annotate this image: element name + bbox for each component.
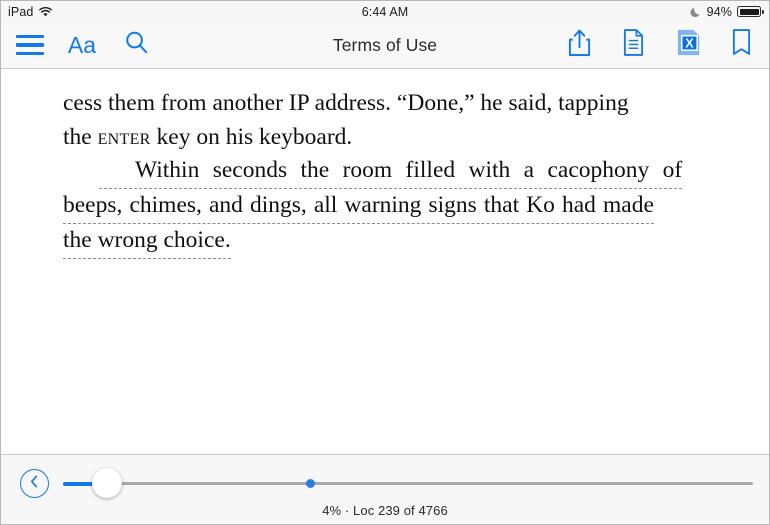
ipad-ebook-reader: iPad 6:44 AM 94% Aa Terms of Use X cess … [0,0,770,525]
svg-text:X: X [685,36,694,50]
bookmark-icon [731,28,752,62]
moon-icon [690,6,702,18]
text-line-1-content: cess them from another IP address. “Done… [63,90,629,116]
reading-progress-label: 4% · Loc 239 of 4766 [322,503,448,518]
note-line-3-content: the wrong choice. [63,225,231,259]
bookmark-button[interactable] [719,22,763,68]
reading-position-slider[interactable] [63,468,753,498]
slider-thumb[interactable] [92,468,122,498]
reader-bottom-bar: 4% · Loc 239 of 4766 [1,454,769,524]
ios-status-bar: iPad 6:44 AM 94% [1,1,769,22]
back-navigation-button[interactable] [20,469,49,498]
note-line-2-content: beeps, chimes, and dings, all warning si… [63,190,654,224]
slider-bookmark-marker[interactable] [306,478,315,488]
note-line-1[interactable]: Within seconds the room filled with a ca… [63,154,707,189]
text-line-2-after: key on his keyboard. [150,123,353,150]
ebook-page[interactable]: cess them from another IP address. “Done… [1,69,769,455]
note-line-3[interactable]: the wrong choice. [63,224,707,259]
chevron-left-circle-icon [28,474,41,494]
text-line-2: the enter key on his keyboard. [63,121,707,155]
battery-percent-label: 94% [706,4,732,19]
slider-track[interactable] [63,482,753,485]
text-line-1: cess them from another IP address. “Done… [63,87,707,121]
note-line-2[interactable]: beeps, chimes, and dings, all warning si… [63,189,707,224]
status-bar-clock: 6:44 AM [361,4,409,19]
share-button[interactable] [557,22,601,68]
book-text-body: cess them from another IP address. “Done… [63,87,707,259]
x-ray-button[interactable]: X [665,22,711,68]
paragraph-continuation: cess them from another IP address. “Done… [63,87,707,154]
status-bar-right: 94% [690,4,764,19]
x-ray-icon: X [674,27,703,63]
reader-toolbar: Aa Terms of Use X [1,22,769,69]
note-line-1-content: Within seconds the room filled with a ca… [99,155,683,189]
share-icon [567,28,592,62]
annotated-paragraph[interactable]: Within seconds the room filled with a ca… [63,154,707,259]
text-line-2-before: the [63,123,98,150]
notebook-icon [622,28,645,62]
notes-button[interactable] [611,22,655,68]
battery-icon [737,6,764,17]
enter-key-smallcaps: enter [97,123,151,150]
